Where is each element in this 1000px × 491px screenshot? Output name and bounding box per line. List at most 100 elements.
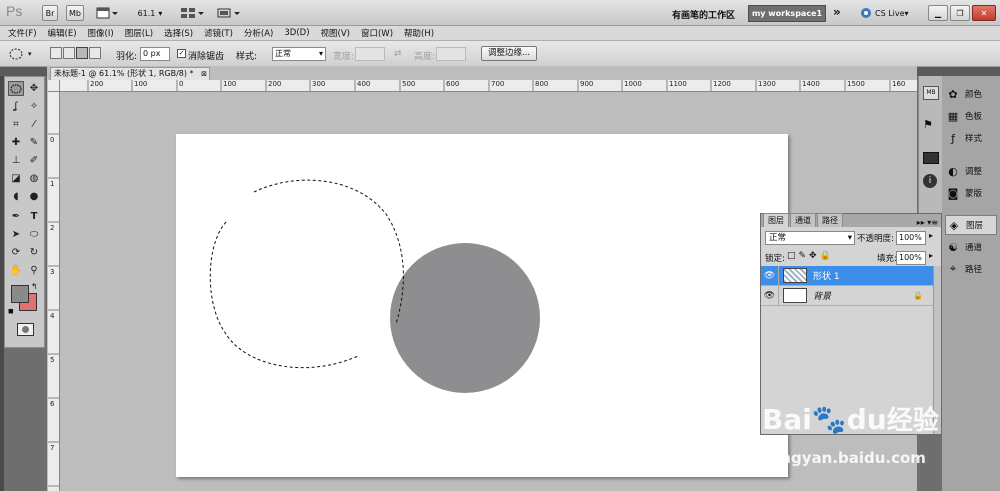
ruler-corner[interactable]	[48, 80, 60, 92]
lock-options-icons[interactable]: □✎✥🔒	[787, 251, 834, 261]
lasso-tool[interactable]: ʆ	[8, 99, 24, 114]
menu-window[interactable]: 窗口(W)	[361, 27, 393, 39]
elliptical-marquee-tool[interactable]	[8, 81, 24, 96]
fill-slider-arrow[interactable]: ▸	[929, 251, 933, 260]
menu-layer[interactable]: 图层(L)	[125, 27, 153, 39]
menu-help[interactable]: 帮助(H)	[404, 27, 434, 39]
paint-bucket-tool[interactable]: ◍	[26, 171, 42, 186]
visibility-eye-icon[interactable]: 👁	[761, 285, 779, 306]
eyedropper-tool[interactable]: ⁄	[26, 117, 42, 132]
menu-analysis[interactable]: 分析(A)	[244, 27, 273, 39]
add-selection-icon[interactable]	[63, 47, 75, 59]
cs-live-button[interactable]: CS Live ▾	[860, 7, 909, 19]
magic-wand-tool[interactable]: ✧	[26, 99, 42, 114]
navigator-icon[interactable]	[923, 152, 939, 164]
masks-panel-tab[interactable]: ◙ 蒙版	[945, 183, 997, 203]
view-extras-menu[interactable]	[94, 5, 120, 21]
more-workspaces-button[interactable]: »	[833, 5, 841, 19]
blur-tool[interactable]: ◖	[8, 189, 24, 204]
document-tab[interactable]: 未标题-1 @ 61.1% (形状 1, RGB/8) * ⊠	[50, 67, 210, 80]
swap-colors-icon[interactable]: ↰	[31, 282, 38, 291]
restore-button[interactable]: ❐	[950, 5, 970, 21]
adjustments-panel-tab[interactable]: ◐ 调整	[945, 161, 997, 181]
menu-filter[interactable]: 滤镜(T)	[204, 27, 233, 39]
antialias-label: 消除锯齿	[188, 52, 225, 62]
intersect-selection-icon[interactable]	[89, 47, 101, 59]
channels-panel-label: 通道	[965, 243, 983, 253]
layers-stack-icon: ◈	[949, 218, 959, 232]
zoom-level-dropdown[interactable]: 61.1 ▾	[134, 5, 166, 21]
style-select[interactable]: 正常 ▾	[272, 47, 326, 61]
swatches-panel-tab[interactable]: ▦ 色板	[945, 106, 997, 126]
bridge-button[interactable]: Br	[42, 5, 58, 21]
refine-edge-button[interactable]: 调整边缘...	[481, 46, 538, 61]
move-tool[interactable]: ✥	[26, 81, 42, 96]
styles-panel-tab[interactable]: ƒ 样式	[945, 128, 997, 148]
default-colors-icon[interactable]: ◼	[8, 307, 14, 315]
mini-bridge-button[interactable]: Mb	[66, 5, 84, 21]
menu-select[interactable]: 选择(S)	[164, 27, 193, 39]
opacity-slider-arrow[interactable]: ▸	[929, 231, 933, 240]
zoom-tool[interactable]: ⚲	[26, 263, 42, 278]
fill-input[interactable]: 100%	[896, 251, 926, 265]
layers-panel-tab[interactable]: ◈ 图层	[945, 215, 997, 235]
dodge-tool[interactable]: ●	[26, 189, 42, 204]
workspace-button[interactable]: my workspace1	[748, 5, 826, 22]
menu-3d[interactable]: 3D(D)	[284, 28, 309, 38]
layer-row[interactable]: 👁 形状 1	[761, 265, 933, 286]
info-icon[interactable]: i	[923, 174, 937, 188]
ruler-label: 7	[50, 444, 55, 452]
crop-tool[interactable]: ⌗	[8, 117, 24, 132]
3d-orbit-tool[interactable]: ↻	[26, 245, 42, 260]
horizontal-ruler[interactable]: 200 100 0 100 200 300 400 500 600 700 80…	[60, 80, 917, 92]
layer-name[interactable]: 形状 1	[813, 269, 840, 282]
menu-image[interactable]: 图像(I)	[88, 27, 114, 39]
color-panel-tab[interactable]: ✿ 颜色	[945, 84, 997, 104]
hand-tool[interactable]: ✋	[8, 263, 24, 278]
history-brush-tool[interactable]: ✐	[26, 153, 42, 168]
type-tool[interactable]: T	[26, 209, 42, 224]
arrange-documents-menu[interactable]	[178, 5, 206, 21]
screen-mode-menu[interactable]	[214, 5, 242, 21]
chevron-down-icon: ▾	[28, 50, 32, 58]
new-selection-icon[interactable]	[50, 47, 62, 59]
quick-mask-button[interactable]	[17, 323, 34, 336]
tool-preset-picker[interactable]: ▾	[8, 46, 38, 62]
healing-brush-tool[interactable]: ✚	[8, 135, 24, 150]
subtract-selection-icon[interactable]	[76, 47, 88, 59]
workspace-name[interactable]: 有画笔的工作区	[672, 8, 735, 21]
close-button[interactable]: ✕	[972, 5, 996, 21]
layer-name[interactable]: 背景	[813, 289, 831, 302]
minimize-button[interactable]: ▁	[928, 5, 948, 21]
histogram-icon[interactable]: MB	[923, 86, 939, 100]
menu-view[interactable]: 视图(V)	[321, 27, 350, 39]
paths-panel-tab[interactable]: ⌖ 路径	[945, 259, 997, 279]
eraser-tool[interactable]: ◪	[8, 171, 24, 186]
tab-layers[interactable]: 图层	[763, 213, 789, 227]
menu-edit[interactable]: 编辑(E)	[48, 27, 77, 39]
3d-rotate-tool[interactable]: ⟳	[8, 245, 24, 260]
close-icon[interactable]: ⊠	[201, 68, 207, 80]
blend-mode-select[interactable]: 正常 ▾	[765, 231, 855, 245]
opacity-input[interactable]: 100%	[896, 231, 926, 245]
brush-tool[interactable]: ✎	[26, 135, 42, 150]
visibility-eye-icon[interactable]: 👁	[761, 265, 779, 286]
tab-paths[interactable]: 路径	[817, 213, 843, 227]
tab-channels[interactable]: 通道	[790, 213, 816, 227]
channels-panel-tab[interactable]: ☯ 通道	[945, 237, 997, 257]
antialias-checkbox[interactable]: ✓	[177, 49, 186, 58]
feather-input[interactable]: 0 px	[140, 47, 170, 61]
clone-stamp-tool[interactable]: ⊥	[8, 153, 24, 168]
ruler-label: 6	[50, 400, 55, 408]
foreground-color-swatch[interactable]	[11, 285, 29, 303]
document-canvas[interactable]	[176, 134, 788, 477]
history-icon[interactable]: ⚑	[923, 118, 933, 131]
vertical-ruler[interactable]: 0 1 2 3 4 5 6 7	[48, 92, 60, 491]
ruler-label: 1000	[624, 80, 642, 88]
layer-row[interactable]: 👁 背景 🔒	[761, 285, 933, 306]
menu-file[interactable]: 文件(F)	[8, 27, 37, 39]
ellipse-shape-tool[interactable]: ⬭	[26, 227, 42, 242]
path-selection-tool[interactable]: ➤	[8, 227, 24, 242]
panel-menu-icon[interactable]: ▸▸ ▾≡	[917, 218, 941, 227]
pen-tool[interactable]: ✒	[8, 209, 24, 224]
